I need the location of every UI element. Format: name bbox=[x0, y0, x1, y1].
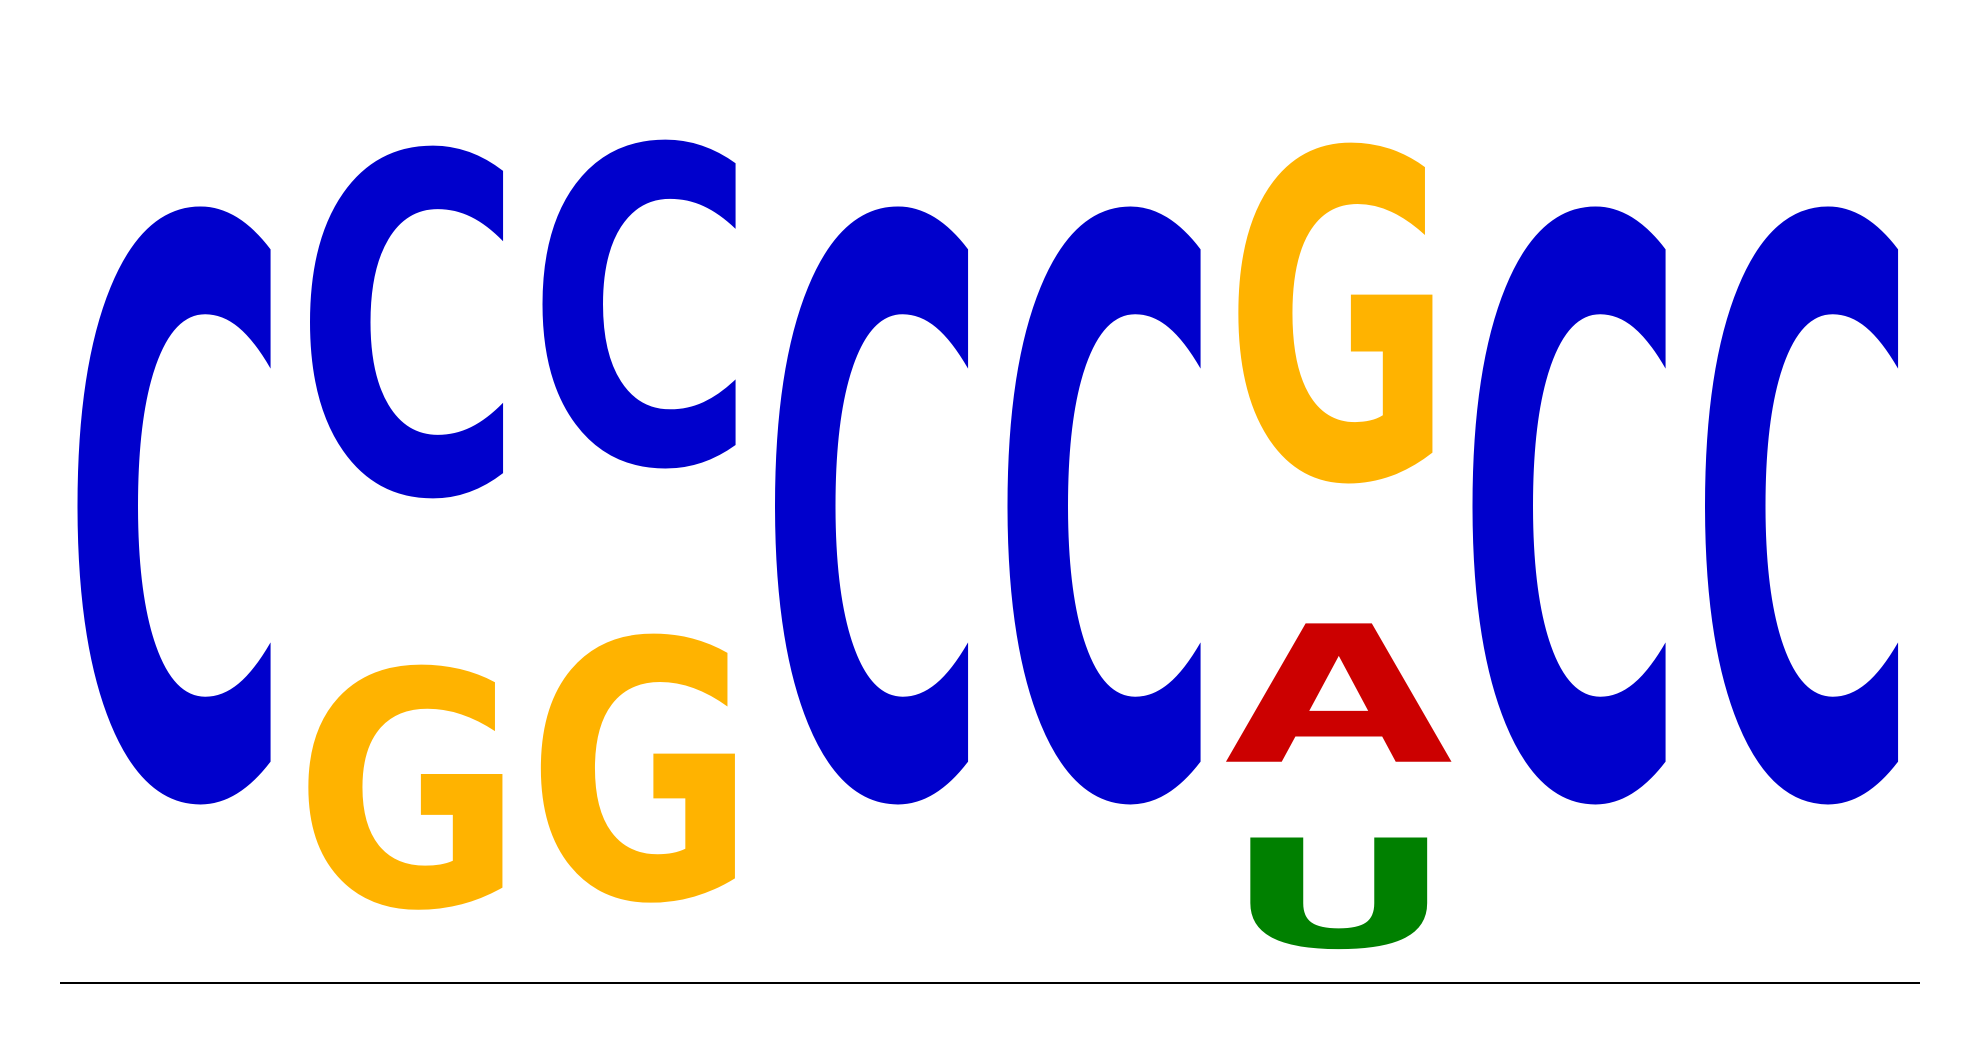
letter-C-pos-4: C bbox=[760, 59, 988, 980]
letter-C-pos-2: C bbox=[295, 59, 523, 602]
letter-C-pos-8: C bbox=[1690, 59, 1918, 980]
letter-A-pos-6: A bbox=[1225, 586, 1453, 807]
letter-C-pos-1: C bbox=[62, 59, 290, 980]
letter-C-pos-7: C bbox=[1457, 59, 1685, 980]
letter-G-pos-6: G bbox=[1225, 60, 1453, 585]
letter-U-pos-6: U bbox=[1225, 808, 1454, 982]
letter-stacks: C GCGC C C UAG C C bbox=[62, 59, 1918, 983]
letter-C-pos-3: C bbox=[527, 60, 755, 566]
letter-C-pos-5: C bbox=[992, 59, 1220, 980]
sequence-logo: C GCGC C C UAG C C bbox=[60, 59, 1920, 984]
letter-G-pos-3: G bbox=[527, 569, 755, 982]
letter-G-pos-2: G bbox=[295, 606, 523, 983]
